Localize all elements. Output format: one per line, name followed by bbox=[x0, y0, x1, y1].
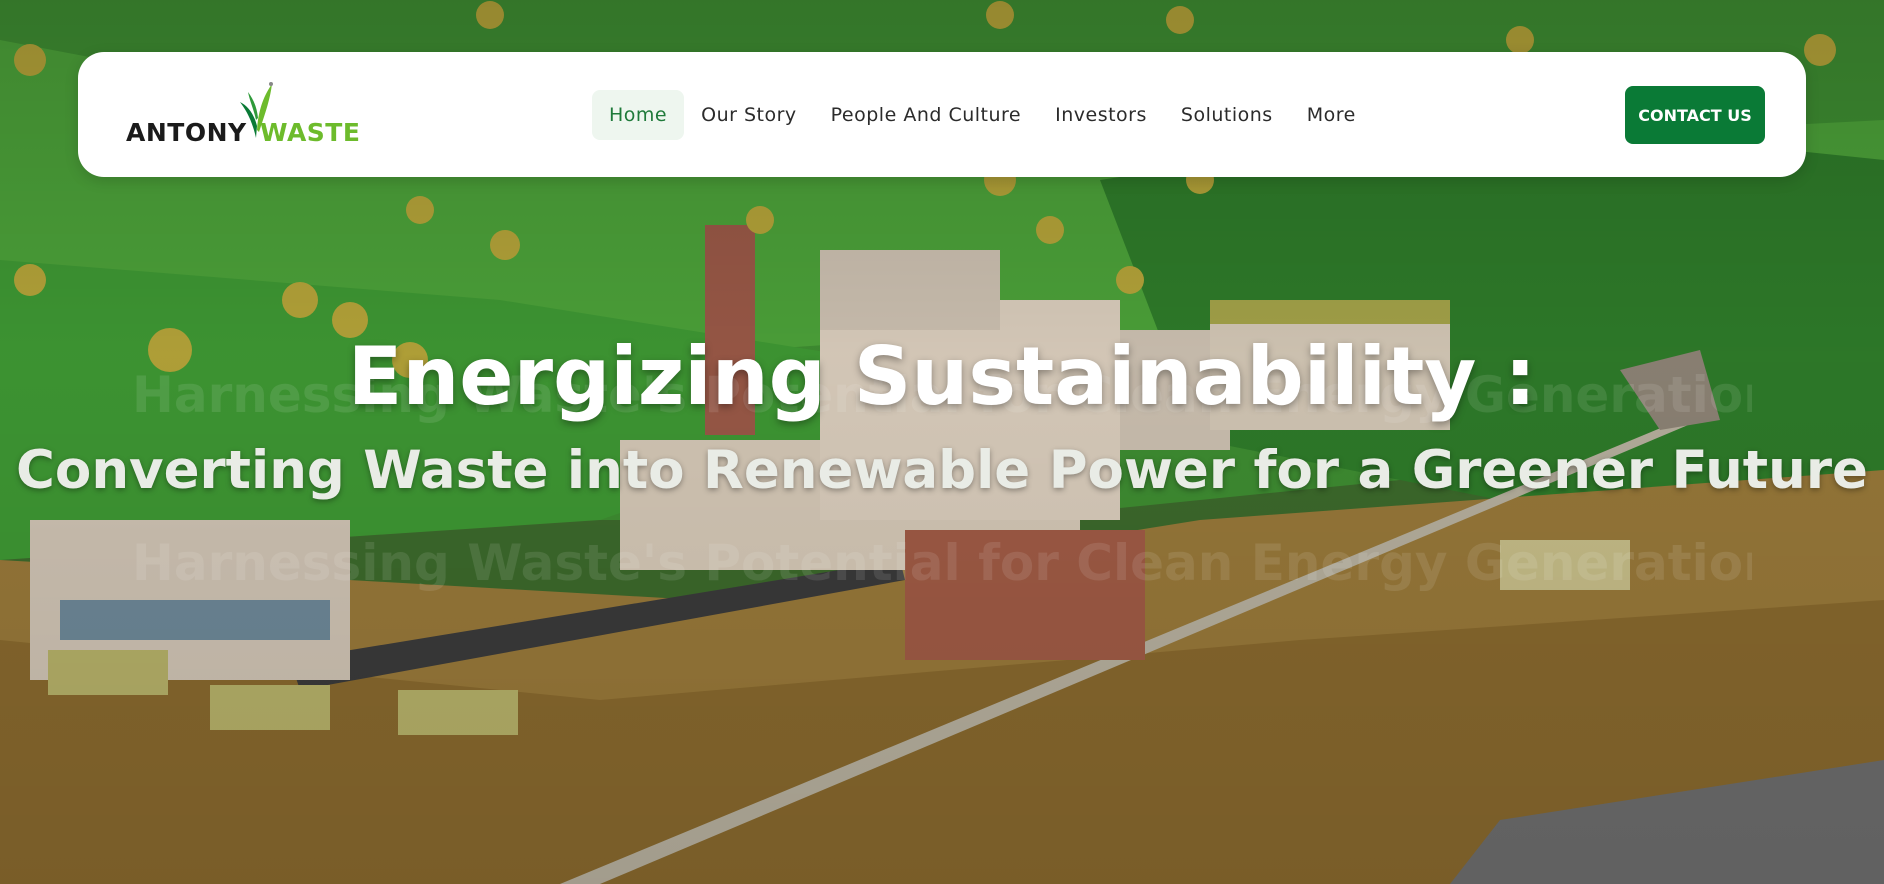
logo-text-antony: ANTONY bbox=[126, 118, 247, 147]
antony-waste-logo[interactable]: ANTONY WASTE bbox=[126, 80, 366, 150]
nav-solutions[interactable]: Solutions bbox=[1164, 90, 1290, 140]
hero-title: Energizing Sustainability : bbox=[347, 330, 1537, 423]
hero-subtitle: Converting Waste into Renewable Power fo… bbox=[16, 440, 1868, 501]
contact-us-button[interactable]: CONTACT US bbox=[1625, 86, 1765, 144]
nav-home[interactable]: Home bbox=[592, 90, 685, 140]
nav-investors[interactable]: Investors bbox=[1038, 90, 1164, 140]
nav-people-and-culture[interactable]: People And Culture bbox=[814, 90, 1038, 140]
nav-more[interactable]: More bbox=[1290, 90, 1373, 140]
hero-rotating-text-next: Harnessing Waste's Potential for Clean E… bbox=[132, 534, 1752, 592]
main-navigation: Home Our Story People And Culture Invest… bbox=[592, 90, 1373, 140]
nav-our-story[interactable]: Our Story bbox=[684, 90, 814, 140]
logo-text-waste: WASTE bbox=[260, 118, 361, 147]
site-navbar: ANTONY WASTE Home Our Story People And C… bbox=[78, 52, 1806, 177]
